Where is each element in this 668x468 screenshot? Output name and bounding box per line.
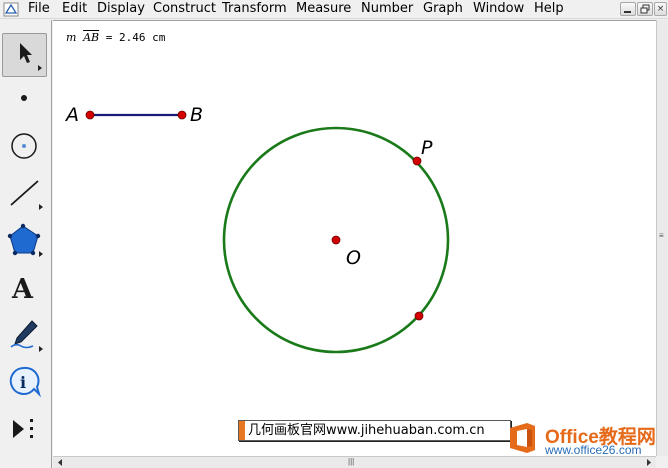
point-icon [21,95,27,101]
watermark-banner: 几何画板官网www.jihehuaban.com.cn [238,420,511,441]
scrollbar-corner [656,456,668,468]
submenu-indicator-icon [39,251,43,257]
scroll-left-icon[interactable] [55,457,66,468]
restore-button[interactable] [637,2,653,16]
compass-icon [11,133,37,159]
polygon-tool[interactable] [2,218,47,262]
label-p[interactable]: P [421,138,432,158]
close-button[interactable]: × [654,2,667,16]
text-icon: A [11,274,34,305]
geometry-layer [85,110,450,354]
menu-display[interactable]: Display [97,1,145,18]
straightedge-tool[interactable] [2,171,47,215]
point-b[interactable] [177,110,187,120]
compass-tool[interactable] [2,124,47,168]
banner-accent [239,421,245,440]
point-p[interactable] [412,156,422,166]
submenu-indicator-icon [39,346,43,352]
text-tool[interactable]: A [2,266,47,310]
arrow-icon [20,43,32,63]
menu-bar: File Edit Display Construct Transform Me… [0,0,668,19]
info-tool-glyph: i [20,373,26,392]
point-o[interactable] [331,235,341,245]
marker-tool[interactable] [2,313,47,357]
menu-graph[interactable]: Graph [423,1,463,18]
menu-measure[interactable]: Measure [296,1,351,18]
submenu-indicator-icon [39,204,43,210]
custom-tools-icon [13,419,33,438]
office-logo-icon [510,423,535,453]
info-icon: i [9,366,42,398]
vertical-scrollbar[interactable]: ≡ [656,20,668,456]
menu-window[interactable]: Window [473,1,524,18]
scroll-right-icon[interactable] [643,457,654,468]
close-icon: × [656,4,665,14]
minimize-button[interactable] [620,2,636,16]
minimize-icon [624,11,631,13]
menu-construct[interactable]: Construct [153,1,216,18]
banner-text: 几何画板官网www.jihehuaban.com.cn [248,423,485,438]
information-tool[interactable]: i [2,360,47,404]
horizontal-scrollbar[interactable]: ||| [53,456,656,468]
label-o[interactable]: O [346,248,361,268]
label-a[interactable]: A [66,105,79,125]
office-logo-url: www.office26.com [545,443,642,457]
text-tool-glyph: A [11,274,34,305]
sketch-canvas[interactable]: m AB = 2.46 cm A B O P 几何画板官网www.jihehua… [53,20,656,456]
toolbox: A i [0,20,52,468]
point-tool[interactable] [2,76,47,120]
menu-file[interactable]: File [28,1,50,18]
horizontal-scroll-grip-icon: ||| [348,457,355,466]
menu-transform[interactable]: Transform [222,1,287,18]
menu-edit[interactable]: Edit [62,1,87,18]
point-on-circle[interactable] [414,311,424,321]
arrow-tool[interactable] [2,33,47,77]
point-a[interactable] [85,110,95,120]
vertical-scroll-grip-icon: ≡ [659,231,664,240]
submenu-indicator-icon [38,65,42,71]
restore-icon [640,4,650,14]
office-logo: Office教程网 www.office26.com [505,420,665,458]
label-b[interactable]: B [190,105,203,125]
menu-help[interactable]: Help [534,1,564,18]
app-icon[interactable] [3,2,19,17]
custom-tools[interactable] [2,407,47,451]
menu-number[interactable]: Number [361,1,413,18]
